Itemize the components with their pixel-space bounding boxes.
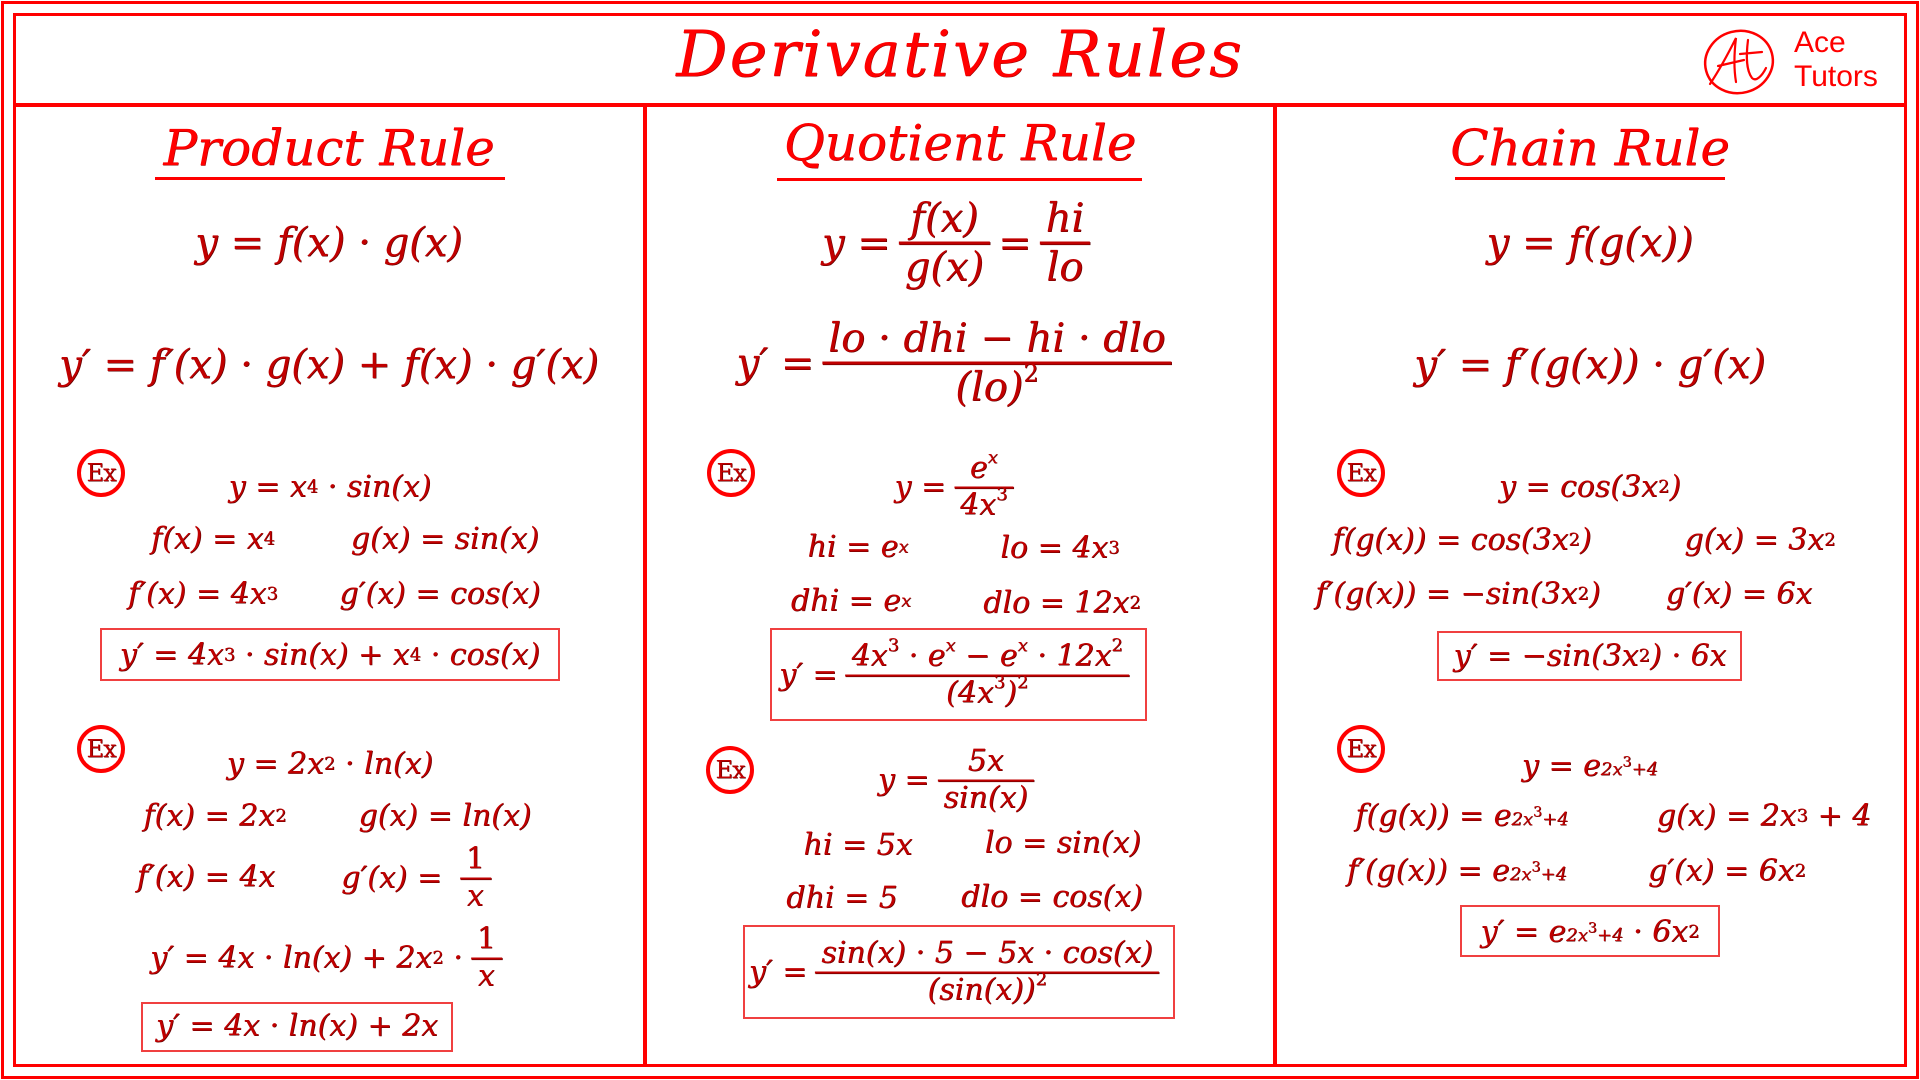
example-answer: y′ = 4x · ln(x) + 2x	[155, 1008, 439, 1044]
example-part-f-prime: f′(x) = 4x	[136, 859, 276, 895]
example-function: y = 2x 2 · ln(x)	[226, 746, 434, 782]
example-part-f-prime: f′(x) = 4x 3	[128, 576, 278, 612]
product-rule-underline	[155, 177, 505, 180]
example-badge: Ex	[706, 746, 754, 794]
example-badge: Ex	[707, 449, 755, 497]
chain-rule-heading: Chain Rule	[1450, 119, 1730, 177]
example-part-g: g(x) = sin(x)	[350, 521, 540, 557]
example-function: y = 5x sin(x)	[878, 744, 1042, 816]
example-answer: y′ = −sin(3x 2) · 6x	[1453, 638, 1727, 674]
example-part-hi: hi = 5x	[803, 827, 913, 863]
example-part-g: g(x) = ln(x)	[358, 798, 532, 834]
example-part-g-prime: g′(x) = cos(x)	[339, 576, 541, 612]
example-part-dlo: dlo = cos(x)	[961, 879, 1143, 915]
quotient-rule-derivative: y′ = lo · dhi − hi · dlo (lo)2	[736, 316, 1179, 411]
example-part-g: g(x) = 3x 2	[1684, 522, 1836, 558]
ace-tutors-logo-icon	[1703, 29, 1775, 95]
ace-tutors-logo[interactable]: Ace Tutors	[1700, 26, 1890, 98]
fraction: 5x sin(x)	[937, 744, 1035, 816]
product-rule-heading: Product Rule	[163, 119, 495, 177]
example-badge: Ex	[1337, 725, 1385, 773]
example-part-hi: hi = ex	[807, 529, 909, 565]
example-part-dhi: dhi = 5	[786, 880, 898, 916]
logo-text-tutors: Tutors	[1794, 60, 1878, 93]
chain-rule-underline	[1455, 177, 1725, 180]
example-part-lo: lo = 4x 3	[1000, 530, 1120, 566]
chain-rule-formula: y = f(g(x))	[1486, 220, 1694, 266]
fraction: ex 4x3	[954, 449, 1014, 523]
example-answer: y′ = 4x 3 · sin(x) + x4 · cos(x)	[119, 637, 541, 673]
page-title: Derivative Rules	[676, 18, 1244, 92]
example-part-lo: lo = sin(x)	[984, 825, 1142, 861]
example-function: y = cos(3x 2)	[1498, 469, 1682, 505]
product-rule-derivative: y′ = f′(x) · g(x) + f(x) · g′(x)	[59, 342, 599, 388]
chain-rule-derivative: y′ = f′(g(x)) · g′(x)	[1414, 342, 1766, 388]
column-divider-2	[1273, 103, 1277, 1064]
example-part-g-prime: g′(x) = 6x 2	[1647, 853, 1807, 889]
example-function: y = x4 · sin(x)	[228, 469, 432, 505]
example-part-g-prime: g′(x) = 1x	[341, 842, 499, 914]
example-answer: y′ = sin(x) · 5 − 5x · cos(x) (sin(x))2	[749, 936, 1167, 1008]
quotient-rule-underline	[777, 178, 1142, 181]
fraction: 1x	[470, 922, 502, 994]
fraction: hi lo	[1039, 196, 1091, 291]
example-part-dhi: dhi = ex	[790, 583, 912, 619]
example-function: y = e 2x3+4	[1521, 748, 1659, 784]
example-part-f: f(x) = 2x 2	[143, 798, 287, 834]
fraction: 4x3 · ex − ex · 12x2 (4x3)2	[845, 637, 1129, 711]
logo-text-ace: Ace	[1794, 26, 1846, 59]
fraction: f(x) g(x)	[898, 196, 991, 291]
example-step: y′ = 4x · ln(x) + 2x 2 · 1 x	[150, 922, 510, 994]
example-part-dlo: dlo = 12x 2	[983, 585, 1141, 621]
product-rule-formula: y = f(x) · g(x)	[195, 220, 463, 266]
example-part-f-prime-of-g: f′(g(x)) = −sin(3x 2)	[1315, 576, 1601, 612]
fraction: 1x	[459, 842, 491, 914]
example-answer: y′ = 4x3 · ex − ex · 12x2 (4x3)2	[779, 637, 1137, 711]
example-badge: Ex	[1337, 449, 1385, 497]
fraction: sin(x) · 5 − 5x · cos(x) (sin(x))2	[815, 936, 1160, 1008]
quotient-rule-formula: y = f(x) g(x) = hi lo	[822, 196, 1098, 291]
column-divider-1	[643, 103, 647, 1064]
header-divider	[13, 103, 1907, 107]
example-part-f: f(x) = x4	[150, 521, 276, 557]
example-part-f-of-g: f(g(x)) = cos(3x 2)	[1332, 522, 1592, 558]
example-part-g: g(x) = 2x 3 + 4	[1656, 798, 1872, 834]
example-part-g-prime: g′(x) = 6x	[1665, 576, 1813, 612]
fraction: lo · dhi − hi · dlo (lo)2	[822, 316, 1172, 411]
example-badge: Ex	[77, 725, 125, 773]
quotient-rule-heading: Quotient Rule	[783, 114, 1137, 172]
example-part-f-of-g: f(g(x)) = e 2x3+4	[1355, 798, 1569, 834]
logo-text: Ace Tutors	[1794, 26, 1878, 94]
example-function: y = ex 4x3	[894, 449, 1021, 523]
example-answer: y′ = e 2x3+4 · 6x 2	[1480, 914, 1700, 950]
example-part-f-prime-of-g: f′(g(x)) = e 2x3+4	[1346, 853, 1568, 889]
example-badge: Ex	[77, 449, 125, 497]
